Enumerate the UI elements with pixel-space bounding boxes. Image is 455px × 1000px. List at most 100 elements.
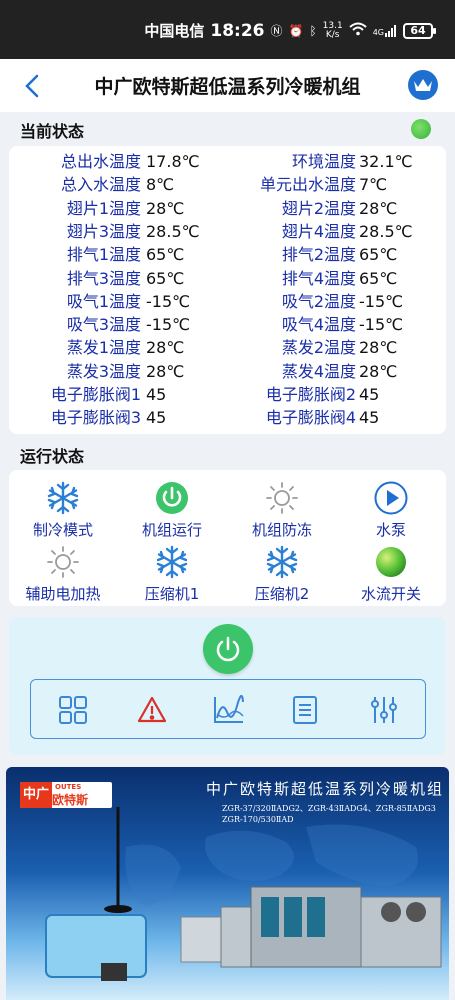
run-status-label: 机组防冻 (251, 521, 312, 539)
status-row: 排气3温度 65℃ 排气4温度 65℃ (9, 267, 446, 290)
status-value: -15℃ (146, 291, 191, 311)
status-value: 7℃ (359, 175, 388, 195)
status-value: 45 (359, 408, 380, 428)
power-button[interactable] (203, 624, 253, 674)
status-row: 电子膨胀阀1 45 电子膨胀阀2 45 (9, 383, 446, 406)
status-label: 蒸发2温度 (281, 338, 356, 358)
status-label: 排气3温度 (66, 268, 141, 288)
chart-icon (214, 695, 244, 723)
grid-button[interactable] (57, 694, 89, 726)
cell-signal-icon: 4G (373, 24, 397, 37)
status-value: 45 (359, 385, 380, 404)
status-label: 总入水温度 (60, 175, 141, 195)
run-status-item[interactable]: 水流开关 (341, 545, 441, 604)
run-status-item[interactable]: 辅助电加热 (13, 545, 113, 604)
status-label: 翅片3温度 (66, 221, 141, 241)
product-banner[interactable]: 中广 OUTES 欧特斯 中广欧特斯超低温系列冷暖机组 ZGR-37/320ⅡA… (6, 767, 449, 1000)
status-label: 翅片2温度 (281, 198, 356, 218)
status-label: 吸气4温度 (281, 315, 356, 335)
list-icon (293, 696, 317, 724)
status-label: 电子膨胀阀2 (265, 385, 356, 404)
snowflake-icon (155, 545, 189, 579)
status-label: 环境温度 (291, 152, 356, 171)
status-value: 65℃ (146, 268, 185, 288)
power-icon (216, 636, 240, 662)
snowflake-icon (46, 481, 80, 515)
banner-title: 中广欧特斯超低温系列冷暖机组 (206, 780, 445, 798)
status-label: 排气1温度 (66, 245, 141, 265)
run-status-item[interactable]: 制冷模式 (13, 481, 113, 540)
power-icon (155, 481, 189, 515)
settings-sliders-icon (371, 697, 397, 723)
green-ball-icon (374, 545, 408, 579)
back-button[interactable] (18, 71, 48, 101)
status-label: 排气4温度 (281, 268, 356, 288)
status-label: 吸气3温度 (66, 315, 141, 335)
run-status-label: 压缩机1 (144, 585, 200, 603)
run-status-item[interactable]: 机组运行 (122, 481, 222, 540)
warning-icon (137, 696, 167, 723)
vip-button[interactable] (408, 70, 438, 100)
status-value: 8℃ (146, 175, 175, 195)
status-label: 翅片4温度 (281, 221, 356, 241)
status-value: 32.1℃ (359, 152, 413, 171)
status-label: 吸气2温度 (281, 291, 356, 311)
run-status-label: 水流开关 (360, 585, 421, 603)
status-row: 蒸发1温度 28℃ 蒸发2温度 28℃ (9, 336, 446, 359)
status-row: 总入水温度 8℃ 单元出水温度 7℃ (9, 173, 446, 196)
snowflake-icon (265, 545, 299, 579)
online-indicator-icon (411, 119, 431, 139)
status-value: 65℃ (146, 245, 185, 265)
alarm-button[interactable] (136, 694, 168, 726)
status-label: 排气2温度 (281, 245, 356, 265)
run-status-label: 制冷模式 (32, 521, 93, 539)
status-label: 吸气1温度 (66, 291, 141, 311)
net-speed: 13.1 K/s (322, 20, 343, 40)
function-toolbar (30, 679, 426, 739)
status-value: -15℃ (146, 315, 191, 335)
bluetooth-icon: ᛒ (309, 23, 317, 38)
status-label: 总出水温度 (60, 152, 141, 171)
control-panel (9, 617, 446, 755)
status-value: 45 (146, 385, 167, 404)
run-status-item[interactable]: 水泵 (341, 481, 441, 540)
status-bar: 中国电信 18:26 Ⓝ ⏰ ᛒ 13.1 K/s 4G 64 (0, 0, 455, 59)
status-value: 17.8℃ (146, 152, 200, 171)
chart-button[interactable] (212, 694, 244, 726)
status-label: 蒸发1温度 (66, 338, 141, 358)
settings-button[interactable] (368, 694, 400, 726)
nfc-icon: Ⓝ (270, 24, 283, 38)
status-row: 蒸发3温度 28℃ 蒸发4温度 28℃ (9, 360, 446, 383)
sun-icon (46, 545, 80, 579)
status-label: 电子膨胀阀4 (265, 408, 356, 428)
status-row: 吸气3温度 -15℃ 吸气4温度 -15℃ (9, 313, 446, 336)
run-status-label: 压缩机2 (254, 585, 310, 603)
run-status-item[interactable]: 机组防冻 (232, 481, 332, 540)
status-value: -15℃ (359, 315, 404, 335)
wifi-icon (349, 22, 367, 39)
status-value: 28.5℃ (359, 221, 413, 241)
status-row: 吸气1温度 -15℃ 吸气2温度 -15℃ (9, 290, 446, 313)
run-status-item[interactable]: 压缩机1 (122, 545, 222, 604)
status-value: 28℃ (146, 361, 185, 381)
status-row: 排气1温度 65℃ 排气2温度 65℃ (9, 243, 446, 266)
current-status-card: 总出水温度 17.8℃ 环境温度 32.1℃ 总入水温度 8℃ 单元出水温度 7℃ 翅片1温度 2… (9, 146, 446, 434)
play-icon (374, 481, 408, 515)
status-row: 翅片1温度 28℃ 翅片2温度 28℃ (9, 197, 446, 220)
status-label: 单元出水温度 (259, 175, 356, 195)
chevron-left-icon (25, 74, 39, 98)
carrier-name: 中国电信 (144, 22, 205, 40)
status-value: 28.5℃ (146, 221, 200, 241)
run-status-label: 辅助电加热 (25, 585, 101, 603)
status-value: 28℃ (359, 198, 398, 218)
status-value: 65℃ (359, 245, 398, 265)
banner-models: ZGR-37/320ⅡADG2、ZGR-43ⅡADG4、ZGR-85ⅡADG3 … (222, 804, 436, 824)
status-row: 翅片3温度 28.5℃ 翅片4温度 28.5℃ (9, 220, 446, 243)
status-value: 28℃ (146, 198, 185, 218)
nav-bar: 中广欧特斯超低温系列冷暖机组 (0, 59, 455, 112)
run-status-item[interactable]: 压缩机2 (232, 545, 332, 604)
status-row: 电子膨胀阀3 45 电子膨胀阀4 45 (9, 406, 446, 429)
list-button[interactable] (289, 694, 321, 726)
run-status-label: 机组运行 (141, 521, 202, 539)
run-status-title: 运行状态 (20, 447, 85, 466)
